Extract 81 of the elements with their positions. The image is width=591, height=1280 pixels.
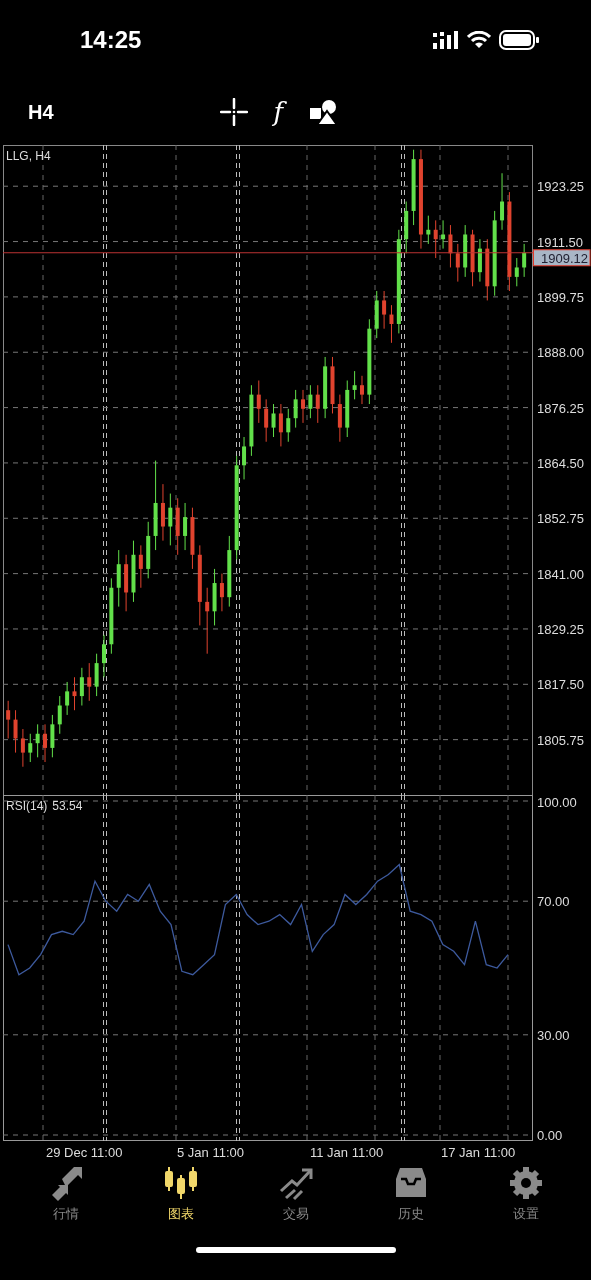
timeframe-button[interactable]: H4 [28,100,54,124]
y-axis-label: 1899.75 [537,289,584,305]
candlestick [441,219,446,250]
candlestick [183,502,188,551]
candlestick [116,549,121,608]
candlestick [477,238,482,283]
y-axis-label: 1852.75 [537,511,584,527]
tab-bar-item[interactable]: 图表 [135,1165,226,1223]
battery-icon [499,30,541,50]
time-axis-label: 17 Jan 11:00 [441,1145,516,1160]
candlestick [315,384,320,424]
candlestick [205,587,210,655]
ref-line-label: 1909.12 [541,250,588,266]
tab-bar-item[interactable]: 交易 [250,1165,341,1223]
candlestick [20,728,25,768]
candlestick [65,681,70,716]
y-axis-label: 100.00 [537,795,577,810]
candlestick [293,389,298,429]
candlestick [514,257,519,287]
y-axis-label: 1876.25 [537,400,584,416]
candlestick [79,667,84,707]
crosshair-icon [219,98,248,126]
candlestick [101,634,106,678]
y-axis-label: 1911.50 [537,234,584,250]
candlestick [28,733,33,763]
candlestick [271,403,276,438]
indicator-value: 53.54 [52,799,83,813]
candlestick [278,403,283,447]
y-axis-label: 1829.25 [537,621,584,637]
candlestick [50,714,55,758]
current-price-tag: 1909.12 [533,249,591,267]
y-axis-label: 1888.00 [537,345,584,361]
tab-bar-item[interactable]: 行情 [20,1165,111,1223]
candlestick [286,408,291,443]
candlestick [359,375,364,405]
candlestick [256,380,261,424]
y-axis-label: 1817.50 [537,677,584,693]
candlestick [168,493,173,546]
candlestick [500,172,505,231]
candlestick [43,723,48,763]
candlestick [264,398,269,443]
candlestick [6,700,11,739]
wifi-icon [467,31,491,49]
chart-symbol-label: LLG, H4 [6,149,51,163]
y-axis-label: 70.00 [537,894,570,910]
candlestick [87,662,92,702]
y-axis-label: 0.00 [537,1128,563,1143]
candlestick [337,394,342,443]
tab-bar-item[interactable]: 历史 [365,1165,456,1223]
candlestick [72,676,77,711]
candlestick [352,370,357,400]
candlestick [35,723,40,758]
candlestick [242,436,247,480]
candlestick [138,544,143,589]
candlestick [308,384,313,419]
candlestick [433,219,438,259]
y-axis-label: 1805.75 [537,732,584,748]
time-axis-label: 5 Jan 11:00 [177,1145,244,1160]
status-time: 14:25 [80,26,142,54]
tab-bar-item[interactable]: 设置 [480,1165,571,1223]
candlestick [448,224,453,268]
candlestick [522,243,527,278]
y-axis-label: 1841.00 [537,566,584,582]
candlestick [160,483,165,542]
candlestick [455,243,460,283]
y-axis-label: 1923.25 [537,179,584,195]
candlestick [13,709,18,754]
indicator-name: RSI(14) [6,799,48,813]
y-axis-label: 1864.50 [537,455,584,471]
candlestick-icon [162,1165,199,1201]
candlestick [301,389,306,424]
settings-icon [507,1165,544,1201]
signal-icon [433,31,459,49]
candlestick [94,653,99,697]
time-axis-label: 11 Jan 11:00 [310,1145,384,1160]
candlestick [389,304,394,344]
candlestick [219,573,224,612]
candlestick [57,695,62,735]
time-axis-label: 29 Dec 11:00 [46,1145,123,1160]
candlestick [382,290,387,330]
y-axis-label: 30.00 [537,1027,570,1043]
